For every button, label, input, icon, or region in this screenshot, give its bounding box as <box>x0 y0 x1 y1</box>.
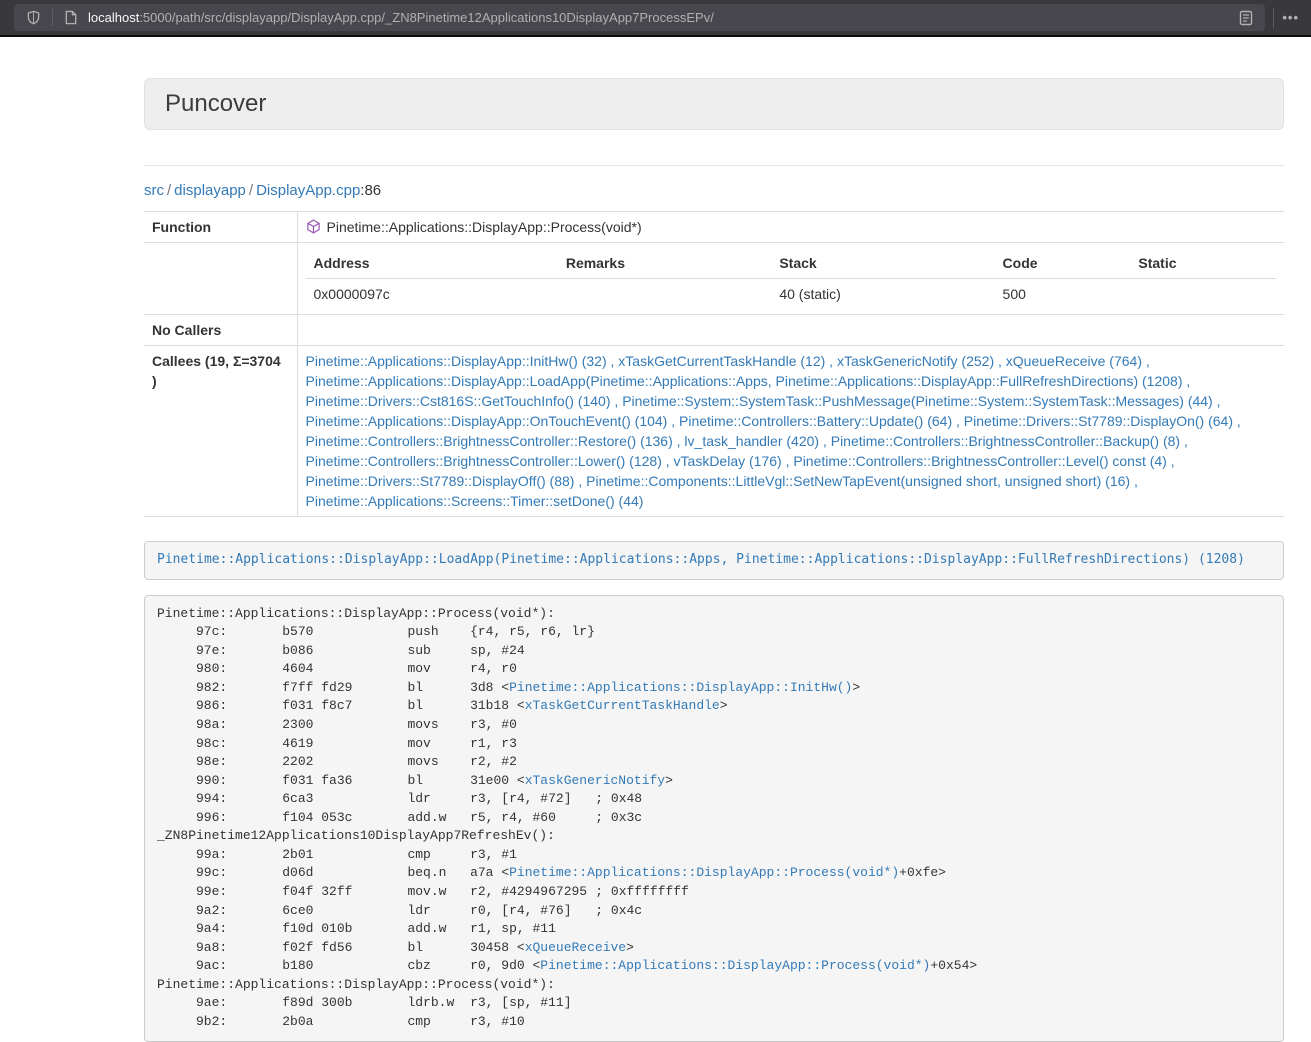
function-stats-values-row: 0x0000097c 40 (static) 500 <box>306 279 1277 310</box>
breadcrumb-line-number: :86 <box>360 182 381 199</box>
callees-row: Callees (19, Σ=3704 ) Pinetime::Applicat… <box>144 346 1284 517</box>
url-text: localhost:5000/path/src/displayapp/Displ… <box>88 10 714 25</box>
function-stats-spacer <box>144 243 297 315</box>
callee-separator: , <box>662 453 674 469</box>
function-row: Function Pinetime::Applications::Display… <box>144 212 1284 243</box>
function-stats-row: Address Remarks Stack Code Static 0x0000… <box>144 243 1284 315</box>
disassembly-symbol-link[interactable]: Pinetime::Applications::DisplayApp::Proc… <box>540 958 930 973</box>
callee-link[interactable]: Pinetime::Controllers::BrightnessControl… <box>306 433 673 449</box>
function-stats-table: Address Remarks Stack Code Static 0x0000… <box>306 248 1277 309</box>
callee-link[interactable]: xQueueReceive (764) <box>1006 353 1142 369</box>
disassembly-code: Pinetime::Applications::DisplayApp::Proc… <box>157 606 977 1029</box>
loadapp-snippet-block: Pinetime::Applications::DisplayApp::Load… <box>144 541 1284 580</box>
breadcrumb-link-file[interactable]: DisplayApp.cpp <box>256 182 360 199</box>
callee-separator: , <box>611 393 623 409</box>
callee-link[interactable]: Pinetime::Controllers::BrightnessControl… <box>306 453 662 469</box>
disassembly-symbol-link[interactable]: xTaskGetCurrentTaskHandle <box>525 698 720 713</box>
disassembly-symbol-link[interactable]: xQueueReceive <box>525 940 626 955</box>
address-column-header: Address <box>306 248 558 279</box>
static-column-header: Static <box>1130 248 1276 279</box>
breadcrumb-separator: / <box>246 182 256 199</box>
disassembly-symbol-link[interactable]: Pinetime::Applications::DisplayApp::Init… <box>509 680 852 695</box>
callee-link[interactable]: Pinetime::Drivers::St7789::DisplayOff() … <box>306 473 575 489</box>
browser-bar: localhost:5000/path/src/displayapp/Displ… <box>0 0 1311 35</box>
callee-link[interactable]: lv_task_handler (420) <box>684 433 819 449</box>
callee-separator: , <box>994 353 1006 369</box>
remarks-value <box>558 279 772 310</box>
function-stats-cell: Address Remarks Stack Code Static 0x0000… <box>297 243 1284 315</box>
callee-separator: , <box>825 353 837 369</box>
callee-separator: , <box>667 413 679 429</box>
reader-mode-icon[interactable] <box>1235 10 1257 26</box>
loadapp-snippet-link[interactable]: Pinetime::Applications::DisplayApp::Load… <box>157 552 1245 567</box>
callee-separator: , <box>819 433 831 449</box>
toolbar-right: ••• <box>1265 8 1311 28</box>
cube-icon <box>306 219 321 234</box>
code-column-header: Code <box>995 248 1131 279</box>
callees-label: Callees (19, Σ=3704 ) <box>144 346 297 517</box>
no-callers-label: No Callers <box>144 315 297 346</box>
callee-link[interactable]: xTaskGetCurrentTaskHandle (12) <box>618 353 825 369</box>
toolbar-divider <box>1273 8 1274 28</box>
remarks-column-header: Remarks <box>558 248 772 279</box>
divider-rule <box>144 165 1284 166</box>
page-content: Puncover src/displayapp/DisplayApp.cpp:8… <box>0 78 1311 1042</box>
no-callers-row: No Callers <box>144 315 1284 346</box>
callee-link[interactable]: Pinetime::Drivers::St7789::DisplayOn() (… <box>964 413 1233 429</box>
callee-separator: , <box>1180 433 1188 449</box>
function-name-cell: Pinetime::Applications::DisplayApp::Proc… <box>297 212 1284 243</box>
menu-ellipsis-button[interactable]: ••• <box>1282 10 1299 25</box>
callee-link[interactable]: xTaskGenericNotify (252) <box>837 353 994 369</box>
chrome-separator <box>52 9 53 26</box>
callee-separator: , <box>1130 473 1138 489</box>
callee-link[interactable]: Pinetime::System::SystemTask::PushMessag… <box>622 393 1213 409</box>
disassembly-symbol-link[interactable]: Pinetime::Applications::DisplayApp::Proc… <box>509 865 899 880</box>
no-callers-cell <box>297 315 1284 346</box>
url-host: localhost <box>88 10 139 25</box>
shield-icon[interactable] <box>22 10 45 25</box>
callee-link[interactable]: Pinetime::Applications::DisplayApp::Load… <box>306 373 1183 389</box>
page-title-panel: Puncover <box>144 78 1284 130</box>
callee-link[interactable]: Pinetime::Controllers::BrightnessControl… <box>793 453 1166 469</box>
callee-link[interactable]: Pinetime::Controllers::Battery::Update()… <box>679 413 952 429</box>
url-path: :5000/path/src/displayapp/DisplayApp.cpp… <box>139 10 714 25</box>
function-table: Function Pinetime::Applications::Display… <box>144 211 1284 517</box>
callee-separator: , <box>607 353 619 369</box>
chrome-bottom-border <box>0 35 1311 37</box>
callee-link[interactable]: Pinetime::Applications::DisplayApp::OnTo… <box>306 413 668 429</box>
function-label: Function <box>144 212 297 243</box>
static-value <box>1130 279 1276 310</box>
stack-column-header: Stack <box>771 248 994 279</box>
callee-link[interactable]: vTaskDelay (176) <box>674 453 782 469</box>
breadcrumb: src/displayapp/DisplayApp.cpp:86 <box>144 182 1284 199</box>
callee-link[interactable]: Pinetime::Applications::DisplayApp::Init… <box>306 353 607 369</box>
breadcrumb-link-src[interactable]: src <box>144 182 164 199</box>
code-value: 500 <box>995 279 1131 310</box>
callees-list: Pinetime::Applications::DisplayApp::Init… <box>297 346 1284 517</box>
callee-separator: , <box>1213 393 1221 409</box>
breadcrumb-link-displayapp[interactable]: displayapp <box>174 182 246 199</box>
address-value: 0x0000097c <box>306 279 558 310</box>
callee-separator: , <box>1167 453 1175 469</box>
page-icon[interactable] <box>60 10 82 25</box>
callee-separator: , <box>574 473 586 489</box>
breadcrumb-separator: / <box>164 182 174 199</box>
callee-separator: , <box>1233 413 1241 429</box>
page-title: Puncover <box>165 90 266 118</box>
callee-separator: , <box>1142 353 1150 369</box>
callee-link[interactable]: Pinetime::Drivers::Cst816S::GetTouchInfo… <box>306 393 611 409</box>
disassembly-block: Pinetime::Applications::DisplayApp::Proc… <box>144 595 1284 1042</box>
callee-link[interactable]: Pinetime::Components::LittleVgl::SetNewT… <box>586 473 1130 489</box>
disassembly-symbol-link[interactable]: xTaskGenericNotify <box>525 773 665 788</box>
callee-separator: , <box>1182 373 1190 389</box>
callee-separator: , <box>673 433 685 449</box>
stack-value: 40 (static) <box>771 279 994 310</box>
callee-separator: , <box>952 413 964 429</box>
callee-link[interactable]: Pinetime::Controllers::BrightnessControl… <box>831 433 1180 449</box>
callee-separator: , <box>782 453 794 469</box>
url-bar[interactable]: localhost:5000/path/src/displayapp/Displ… <box>14 4 1265 31</box>
function-name: Pinetime::Applications::DisplayApp::Proc… <box>327 219 642 235</box>
callee-link[interactable]: Pinetime::Applications::Screens::Timer::… <box>306 493 644 509</box>
